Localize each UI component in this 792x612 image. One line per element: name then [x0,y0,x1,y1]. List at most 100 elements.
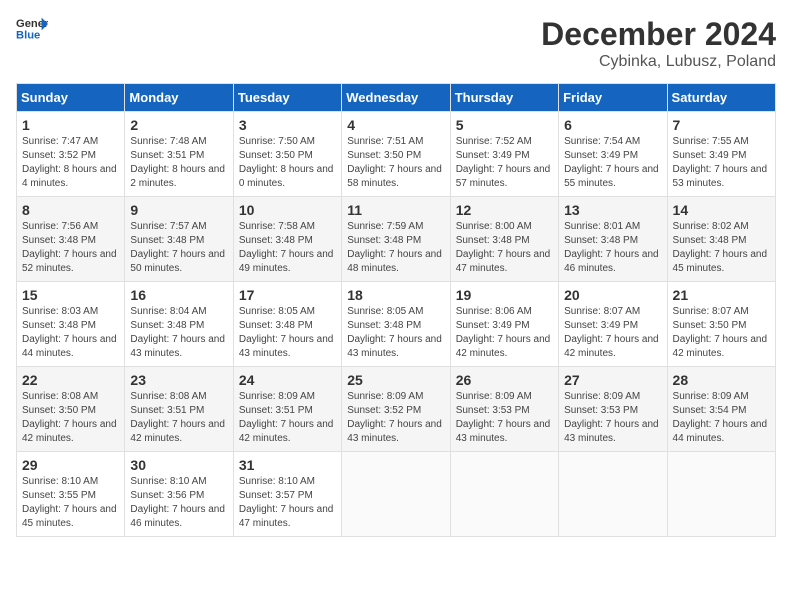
calendar-cell: 2 Sunrise: 7:48 AMSunset: 3:51 PMDaylight… [125,112,233,197]
day-info: Sunrise: 8:10 AMSunset: 3:56 PMDaylight:… [130,475,227,531]
calendar-cell: 25 Sunrise: 8:09 AMSunset: 3:52 PMDayligh… [342,367,450,452]
calendar-week-row: 22Sunrise: 8:08 AMSunset: 3:50 PMDayligh… [17,367,776,452]
day-number: 5 [456,117,553,133]
day-number: 8 [22,202,119,218]
day-of-week-header: Wednesday [342,84,450,112]
day-number: 16 [130,287,227,303]
calendar-week-row: 1Sunrise: 7:47 AMSunset: 3:52 PMDaylight… [17,112,776,197]
day-number: 13 [564,202,661,218]
calendar-cell: 16 Sunrise: 8:04 AMSunset: 3:48 PMDayligh… [125,282,233,367]
day-number: 21 [673,287,770,303]
day-info: Sunrise: 7:56 AMSunset: 3:48 PMDaylight:… [22,220,119,276]
day-info: Sunrise: 8:09 AMSunset: 3:54 PMDaylight:… [673,390,770,446]
day-info: Sunrise: 8:00 AMSunset: 3:48 PMDaylight:… [456,220,553,276]
calendar-table: SundayMondayTuesdayWednesdayThursdayFrid… [16,83,776,537]
day-info: Sunrise: 7:59 AMSunset: 3:48 PMDaylight:… [347,220,444,276]
calendar-body: 1Sunrise: 7:47 AMSunset: 3:52 PMDaylight… [17,112,776,537]
calendar-cell: 18 Sunrise: 8:05 AMSunset: 3:48 PMDayligh… [342,282,450,367]
day-info: Sunrise: 8:04 AMSunset: 3:48 PMDaylight:… [130,305,227,361]
calendar-cell [559,452,667,537]
day-number: 31 [239,457,336,473]
day-info: Sunrise: 8:05 AMSunset: 3:48 PMDaylight:… [239,305,336,361]
svg-text:Blue: Blue [16,29,40,40]
logo-icon: General Blue [16,16,48,40]
day-number: 12 [456,202,553,218]
day-number: 26 [456,372,553,388]
day-info: Sunrise: 8:10 AMSunset: 3:55 PMDaylight:… [22,475,119,531]
day-number: 22 [22,372,119,388]
calendar-cell: 20 Sunrise: 8:07 AMSunset: 3:49 PMDayligh… [559,282,667,367]
day-of-week-header: Monday [125,84,233,112]
day-number: 25 [347,372,444,388]
day-number: 29 [22,457,119,473]
day-number: 11 [347,202,444,218]
location-title: Cybinka, Lubusz, Poland [541,53,776,71]
day-number: 14 [673,202,770,218]
calendar-cell: 21 Sunrise: 8:07 AMSunset: 3:50 PMDayligh… [667,282,775,367]
calendar-cell: 24 Sunrise: 8:09 AMSunset: 3:51 PMDayligh… [233,367,341,452]
day-info: Sunrise: 8:02 AMSunset: 3:48 PMDaylight:… [673,220,770,276]
day-info: Sunrise: 7:52 AMSunset: 3:49 PMDaylight:… [456,135,553,191]
day-number: 4 [347,117,444,133]
calendar-cell: 13 Sunrise: 8:01 AMSunset: 3:48 PMDayligh… [559,197,667,282]
calendar-cell [342,452,450,537]
calendar-week-row: 8 Sunrise: 7:56 AMSunset: 3:48 PMDaylight… [17,197,776,282]
day-number: 2 [130,117,227,133]
day-info: Sunrise: 8:07 AMSunset: 3:50 PMDaylight:… [673,305,770,361]
calendar-cell: 28Sunrise: 8:09 AMSunset: 3:54 PMDayligh… [667,367,775,452]
calendar-week-row: 29 Sunrise: 8:10 AMSunset: 3:55 PMDayligh… [17,452,776,537]
calendar-cell: 15 Sunrise: 8:03 AMSunset: 3:48 PMDayligh… [17,282,125,367]
calendar-cell: 6 Sunrise: 7:54 AMSunset: 3:49 PMDaylight… [559,112,667,197]
day-info: Sunrise: 8:09 AMSunset: 3:53 PMDaylight:… [564,390,661,446]
day-number: 23 [130,372,227,388]
calendar-cell: 10Sunrise: 7:58 AMSunset: 3:48 PMDayligh… [233,197,341,282]
day-number: 6 [564,117,661,133]
day-number: 20 [564,287,661,303]
day-info: Sunrise: 7:55 AMSunset: 3:49 PMDaylight:… [673,135,770,191]
day-of-week-header: Friday [559,84,667,112]
day-info: Sunrise: 8:09 AMSunset: 3:53 PMDaylight:… [456,390,553,446]
calendar-cell: 8 Sunrise: 7:56 AMSunset: 3:48 PMDaylight… [17,197,125,282]
month-title: December 2024 [541,16,776,53]
day-number: 27 [564,372,661,388]
day-info: Sunrise: 8:09 AMSunset: 3:52 PMDaylight:… [347,390,444,446]
day-info: Sunrise: 8:05 AMSunset: 3:48 PMDaylight:… [347,305,444,361]
calendar-cell: 17 Sunrise: 8:05 AMSunset: 3:48 PMDayligh… [233,282,341,367]
day-info: Sunrise: 8:09 AMSunset: 3:51 PMDaylight:… [239,390,336,446]
calendar-header-row: SundayMondayTuesdayWednesdayThursdayFrid… [17,84,776,112]
day-info: Sunrise: 8:01 AMSunset: 3:48 PMDaylight:… [564,220,661,276]
day-of-week-header: Tuesday [233,84,341,112]
day-number: 10 [239,202,336,218]
calendar-cell: 14 Sunrise: 8:02 AMSunset: 3:48 PMDayligh… [667,197,775,282]
day-info: Sunrise: 7:57 AMSunset: 3:48 PMDaylight:… [130,220,227,276]
calendar-cell [667,452,775,537]
day-number: 17 [239,287,336,303]
calendar-cell: 5 Sunrise: 7:52 AMSunset: 3:49 PMDaylight… [450,112,558,197]
day-number: 15 [22,287,119,303]
day-info: Sunrise: 7:51 AMSunset: 3:50 PMDaylight:… [347,135,444,191]
calendar-cell: 23 Sunrise: 8:08 AMSunset: 3:51 PMDayligh… [125,367,233,452]
logo: General Blue [16,16,48,40]
calendar-cell: 9Sunrise: 7:57 AMSunset: 3:48 PMDaylight… [125,197,233,282]
day-number: 24 [239,372,336,388]
day-number: 30 [130,457,227,473]
day-info: Sunrise: 8:07 AMSunset: 3:49 PMDaylight:… [564,305,661,361]
title-block: December 2024 Cybinka, Lubusz, Poland [541,16,776,71]
calendar-week-row: 15 Sunrise: 8:03 AMSunset: 3:48 PMDayligh… [17,282,776,367]
day-info: Sunrise: 7:48 AMSunset: 3:51 PMDaylight:… [130,135,227,191]
day-number: 18 [347,287,444,303]
day-info: Sunrise: 7:47 AMSunset: 3:52 PMDaylight:… [22,135,119,191]
day-of-week-header: Thursday [450,84,558,112]
day-info: Sunrise: 8:03 AMSunset: 3:48 PMDaylight:… [22,305,119,361]
calendar-cell: 31Sunrise: 8:10 AMSunset: 3:57 PMDayligh… [233,452,341,537]
calendar-cell: 4 Sunrise: 7:51 AMSunset: 3:50 PMDaylight… [342,112,450,197]
calendar-cell: 1Sunrise: 7:47 AMSunset: 3:52 PMDaylight… [17,112,125,197]
day-info: Sunrise: 8:08 AMSunset: 3:51 PMDaylight:… [130,390,227,446]
day-info: Sunrise: 7:54 AMSunset: 3:49 PMDaylight:… [564,135,661,191]
calendar-cell: 30 Sunrise: 8:10 AMSunset: 3:56 PMDayligh… [125,452,233,537]
calendar-cell: 29 Sunrise: 8:10 AMSunset: 3:55 PMDayligh… [17,452,125,537]
calendar-cell: 19Sunrise: 8:06 AMSunset: 3:49 PMDayligh… [450,282,558,367]
calendar-cell: 3Sunrise: 7:50 AMSunset: 3:50 PMDaylight… [233,112,341,197]
day-of-week-header: Sunday [17,84,125,112]
day-info: Sunrise: 7:50 AMSunset: 3:50 PMDaylight:… [239,135,336,191]
